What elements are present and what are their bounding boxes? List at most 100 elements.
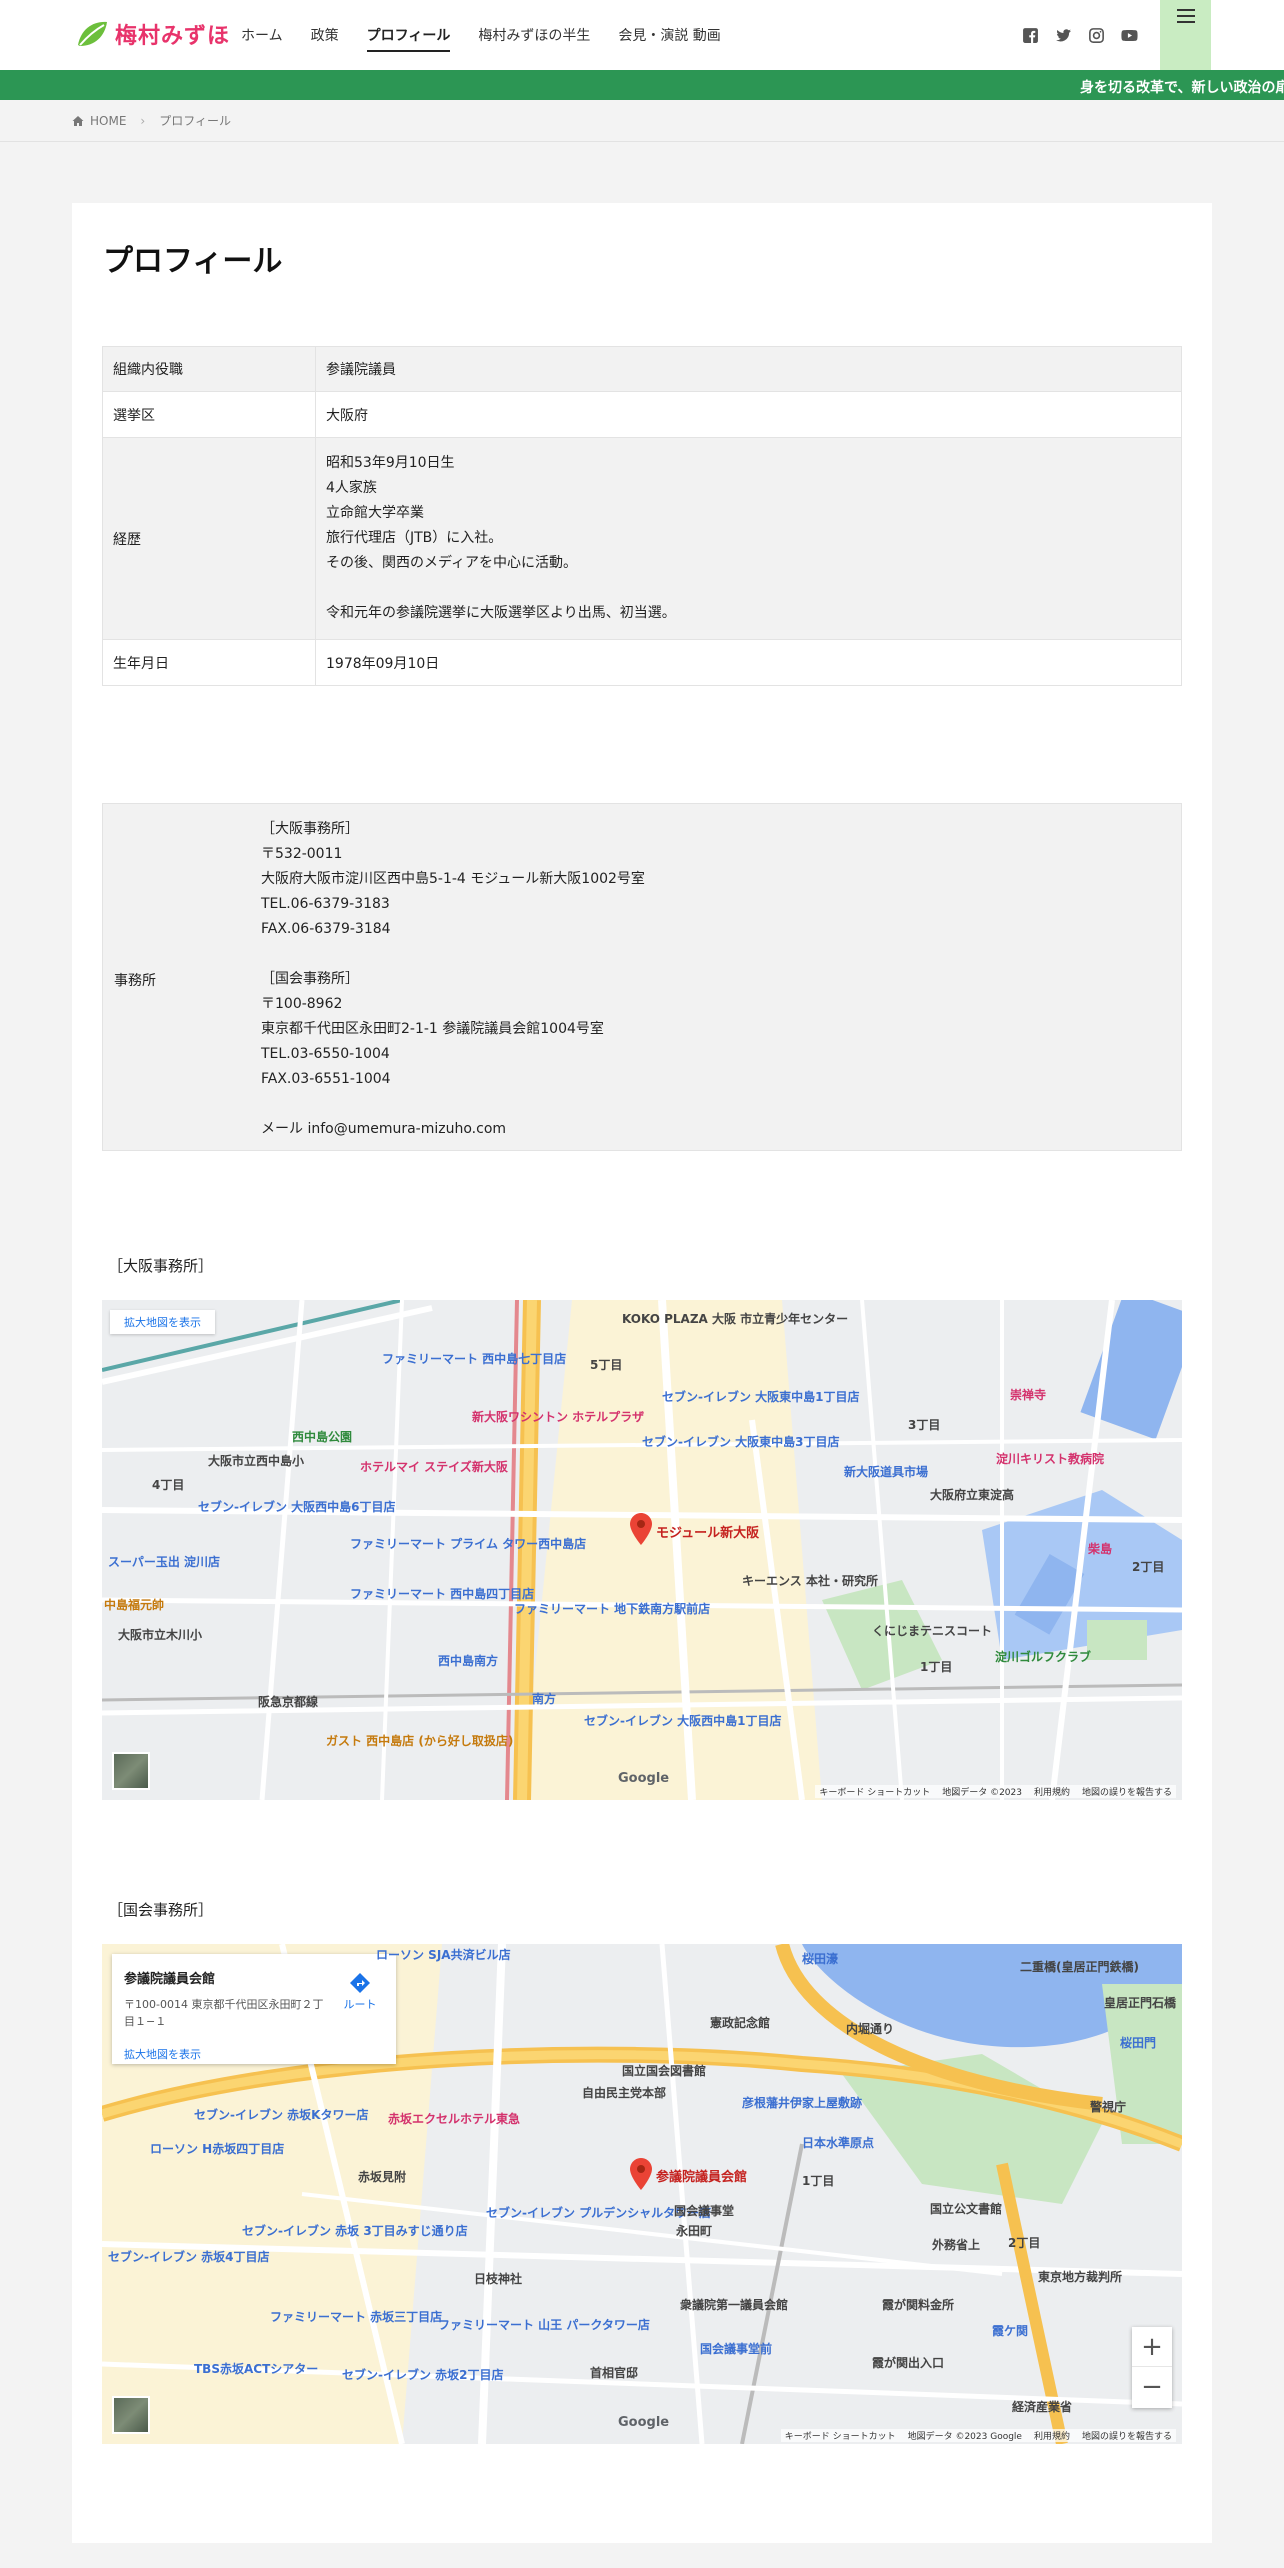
breadcrumb: HOME › プロフィール	[0, 100, 1284, 142]
map-label: 内堀通り	[846, 2022, 895, 2036]
map-label: セブン-イレブン 赤坂2丁目店	[342, 2368, 504, 2382]
kokkai-map[interactable]: 参議院議員会館 〒100-0014 東京都千代田区永田町２丁目１−１ ルート 拡…	[102, 1944, 1182, 2444]
map-label: 二重橋(皇居正門鉄橋)	[1020, 1960, 1139, 1974]
satellite-toggle[interactable]	[112, 2396, 150, 2434]
map-label: 国立公文書館	[930, 2202, 1003, 2216]
map-label: ファミリーマート 山王 パークタワー店	[438, 2318, 650, 2332]
map-label: セブン-イレブン 大阪西中島6丁目店	[198, 1500, 396, 1514]
facebook-icon[interactable]	[1022, 27, 1039, 44]
place-info-card: 参議院議員会館 〒100-0014 東京都千代田区永田町２丁目１−１ ルート 拡…	[112, 1954, 396, 2064]
office-line: ［大阪事務所］	[261, 821, 359, 837]
osaka-enlarge-map-link[interactable]: 拡大地図を表示	[110, 1310, 215, 1334]
map-label: 自由民主党本部	[582, 2086, 667, 2100]
map-footer-item: 地図データ ©2023 Google	[907, 2432, 1022, 2442]
map-label: 国立国会図書館	[622, 2064, 707, 2078]
nav-policy[interactable]: 政策	[311, 0, 339, 70]
breadcrumb-separator: ›	[140, 113, 146, 128]
nav-profile[interactable]: プロフィール	[366, 0, 450, 70]
map-label: 4丁目	[152, 1478, 185, 1492]
article-card: プロフィール 組織内役職 参議院議員 選挙区 大阪府 経歴 昭和53年9月10日…	[72, 203, 1212, 2543]
logo-text: 梅村みずほ	[115, 23, 231, 49]
map-footer-item[interactable]: キーボード ショートカット	[785, 2429, 896, 2442]
route-button[interactable]: ルート	[336, 1972, 384, 2012]
map-label: 中島福元帥	[104, 1598, 165, 1612]
office-line: 〒532-0011	[261, 846, 343, 862]
map-footer-item[interactable]: 利用規約	[1034, 2429, 1070, 2442]
place-address: 〒100-0014 東京都千代田区永田町２丁目１−１	[124, 1998, 324, 2028]
map-pin-icon[interactable]	[630, 1513, 652, 1545]
map-footer-item[interactable]: 利用規約	[1034, 1785, 1070, 1798]
map-label: ファミリーマート 地下鉄南方駅前店	[514, 1602, 711, 1616]
map-label: 警視庁	[1090, 2100, 1127, 2114]
map-label: 新大阪ワシントン ホテルプラザ	[472, 1410, 645, 1424]
map-label: 大阪府立東淀高	[930, 1488, 1015, 1502]
map-label: 淀川ゴルフクラブ	[995, 1650, 1092, 1664]
map-label: 皇居正門石橋	[1104, 1996, 1177, 2010]
map-footer-item[interactable]: 地図の誤りを報告する	[1082, 2429, 1172, 2442]
map-label: 西中島公園	[292, 1430, 353, 1444]
map-label: 衆議院第一議員会館	[680, 2298, 789, 2312]
instagram-icon[interactable]	[1088, 27, 1105, 44]
map-label: 5丁目	[590, 1358, 623, 1372]
office-line: FAX.06-6379-3184	[261, 921, 391, 937]
career-line: 令和元年の参議院選挙に大阪選挙区より出馬、初当選。	[326, 605, 676, 621]
twitter-icon[interactable]	[1055, 27, 1072, 44]
map-label: 西中島南方	[438, 1654, 499, 1668]
hamburger-menu-button[interactable]	[1160, 0, 1211, 70]
map-label: 1丁目	[920, 1660, 953, 1674]
zoom-out-button[interactable]: −	[1132, 2367, 1172, 2407]
map-label: ファミリーマート 赤坂三丁目店	[270, 2310, 443, 2324]
map-label: スーパー玉出 淀川店	[108, 1555, 221, 1569]
nav-biography[interactable]: 梅村みずほの半生	[478, 0, 590, 70]
page-title: プロフィール	[103, 244, 283, 279]
map-label: 国会議事堂前	[700, 2342, 773, 2356]
row-label: 組織内役職	[102, 346, 316, 392]
zoom-control: + −	[1132, 2327, 1172, 2408]
map-label: ローソン H赤坂四丁目店	[150, 2142, 285, 2156]
map-pin-icon[interactable]	[630, 2158, 652, 2190]
map-footer-item[interactable]: キーボード ショートカット	[819, 1785, 930, 1798]
map-label: 1丁目	[802, 2174, 835, 2188]
route-label: ルート	[343, 1998, 377, 2011]
map-footer-item: 地図データ ©2023	[942, 1788, 1022, 1798]
map-label: 首相官邸	[590, 2366, 639, 2380]
career-line: 昭和53年9月10日生	[326, 455, 455, 471]
youtube-icon[interactable]	[1121, 27, 1138, 44]
map-label: 日枝神社	[474, 2272, 523, 2286]
breadcrumb-home[interactable]: HOME	[90, 114, 126, 128]
main-nav: ホーム 政策 プロフィール 梅村みずほの半生 会見・演説 動画	[241, 0, 721, 70]
row-label: 生年月日	[102, 639, 316, 686]
map-label: 国会議事堂	[674, 2204, 735, 2218]
osaka-map[interactable]: 拡大地図を表示 ファミリーマート 西中島七丁目店 KOKO PLAZA 大阪 市…	[102, 1300, 1182, 1800]
office-line: 東京都千代田区永田町2-1-1 参議院議員会館1004号室	[261, 1021, 604, 1037]
google-logo: Google	[618, 2415, 670, 2430]
row-value: 大阪府	[315, 391, 1182, 438]
map-label: セブン-イレブン 大阪東中島1丁目店	[662, 1390, 860, 1404]
map-label: セブン-イレブン 大阪東中島3丁目店	[642, 1435, 840, 1449]
kokkai-enlarge-map-link[interactable]: 拡大地図を表示	[124, 2046, 201, 2062]
map-label: 桜田門	[1120, 2036, 1157, 2050]
map-label: 崇禅寺	[1010, 1388, 1047, 1402]
table-row: 経歴 昭和53年9月10日生 4人家族 立命館大学卒業 旅行代理店（JTB）に入…	[102, 437, 1182, 640]
table-row: 組織内役職 参議院議員	[102, 346, 1182, 392]
office-line	[261, 1092, 645, 1117]
row-label: 選挙区	[102, 391, 316, 438]
site-logo[interactable]: 梅村みずほ	[75, 16, 230, 52]
nav-videos[interactable]: 会見・演説 動画	[618, 0, 720, 70]
map-footer-item[interactable]: 地図の誤りを報告する	[1082, 1785, 1172, 1798]
satellite-toggle[interactable]	[112, 1752, 150, 1790]
map-label: キーエンス 本社・研究所	[742, 1574, 878, 1588]
table-row: 生年月日 1978年09月10日	[102, 639, 1182, 686]
career-line: 4人家族	[326, 480, 377, 496]
map-label: 霞が関出入口	[872, 2356, 945, 2370]
map-label: セブン-イレブン 赤坂 3丁目みすじ通り店	[242, 2224, 468, 2238]
zoom-in-button[interactable]: +	[1132, 2327, 1172, 2367]
row-label: 経歴	[102, 437, 316, 640]
email-line[interactable]: メール info@umemura-mizuho.com	[261, 1117, 645, 1142]
nav-home[interactable]: ホーム	[241, 0, 283, 70]
map-label: ファミリーマート 西中島四丁目店	[350, 1587, 535, 1601]
map-label: 霞ケ関	[992, 2324, 1029, 2338]
office-label: 事務所	[114, 973, 156, 989]
office-line: TEL.06-6379-3183	[261, 896, 390, 912]
map-label: 3丁目	[908, 1418, 941, 1432]
